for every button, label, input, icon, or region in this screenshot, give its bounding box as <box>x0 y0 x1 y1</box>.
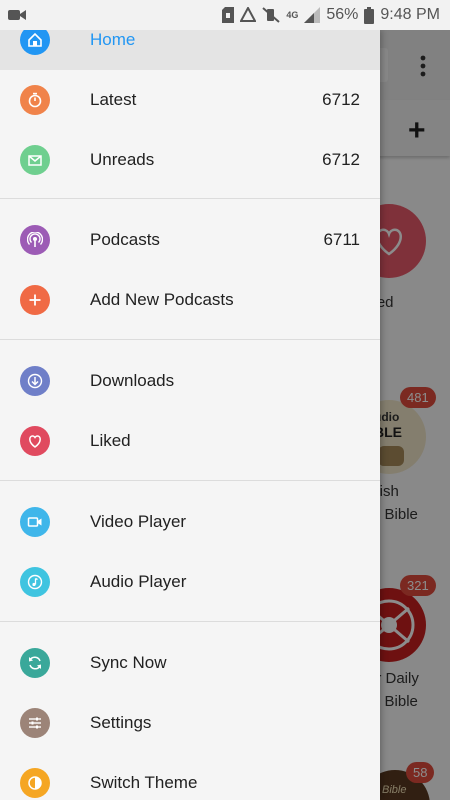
drawer-item-podcasts[interactable]: Podcasts 6711 <box>0 210 380 270</box>
network-type: 4G <box>286 10 299 20</box>
drawer-divider <box>0 339 380 340</box>
drawer-divider <box>0 480 380 481</box>
sync-icon <box>20 648 50 678</box>
mute-vibrate-icon <box>262 7 281 23</box>
drawer-item-label: Audio Player <box>90 572 187 591</box>
navigation-drawer: Home Latest 6712 Unreads 6712 Podcasts 6… <box>0 30 380 800</box>
battery-icon <box>364 6 375 24</box>
drawer-item-settings[interactable]: Settings <box>0 693 380 753</box>
music-icon <box>20 567 50 597</box>
drawer-item-label: Liked <box>90 431 131 450</box>
podcast-icon <box>20 225 50 255</box>
drawer-item-switch-theme[interactable]: Switch Theme <box>0 753 380 800</box>
drawer-item-label: Home <box>90 30 136 49</box>
drawer-item-label: Sync Now <box>90 653 167 672</box>
drawer-item-count: 6711 <box>323 230 360 249</box>
drawer-item-count: 6712 <box>322 150 360 169</box>
home-icon <box>20 30 50 55</box>
battery-percent: 56% <box>326 6 359 23</box>
heart-icon <box>20 426 50 456</box>
drawer-item-sync-now[interactable]: Sync Now <box>0 633 380 693</box>
status-icons: 4G 56% 9:48 PM <box>222 6 440 24</box>
drawer-item-label: Settings <box>90 713 152 732</box>
download-icon <box>20 366 50 396</box>
drawer-item-add-new-podcasts[interactable]: Add New Podcasts <box>0 270 380 330</box>
drawer-item-audio-player[interactable]: Audio Player <box>0 552 380 612</box>
drawer-item-label: Latest <box>90 90 137 109</box>
drawer-item-liked[interactable]: Liked <box>0 411 380 471</box>
drawer-item-video-player[interactable]: Video Player <box>0 492 380 552</box>
drawer-item-label: Switch Theme <box>90 773 198 792</box>
timer-icon <box>20 85 50 115</box>
video-camera-status-icon <box>8 8 26 22</box>
drawer-item-label: Podcasts <box>90 230 160 249</box>
sliders-icon <box>20 708 50 738</box>
drawer-divider <box>0 621 380 622</box>
drawer-item-latest[interactable]: Latest 6712 <box>0 70 380 130</box>
sd-card-status-icon <box>222 7 235 23</box>
clock: 9:48 PM <box>380 6 440 23</box>
theme-icon <box>20 768 50 798</box>
recycle-status-icon <box>240 7 257 23</box>
signal-icon <box>304 7 321 23</box>
drawer-item-home[interactable]: Home <box>0 30 380 70</box>
drawer-item-unreads[interactable]: Unreads 6712 <box>0 130 380 190</box>
video-icon <box>20 507 50 537</box>
drawer-item-label: Downloads <box>90 371 175 390</box>
drawer-item-label: Unreads <box>90 150 155 169</box>
drawer-item-count: 6712 <box>322 90 360 109</box>
status-bar: 4G 56% 9:48 PM <box>0 0 450 30</box>
drawer-item-downloads[interactable]: Downloads <box>0 351 380 411</box>
drawer-divider <box>0 198 380 199</box>
drawer-item-label: Video Player <box>90 512 187 531</box>
plus-icon <box>20 285 50 315</box>
drawer-item-label: Add New Podcasts <box>90 290 234 309</box>
mail-icon <box>20 145 50 175</box>
